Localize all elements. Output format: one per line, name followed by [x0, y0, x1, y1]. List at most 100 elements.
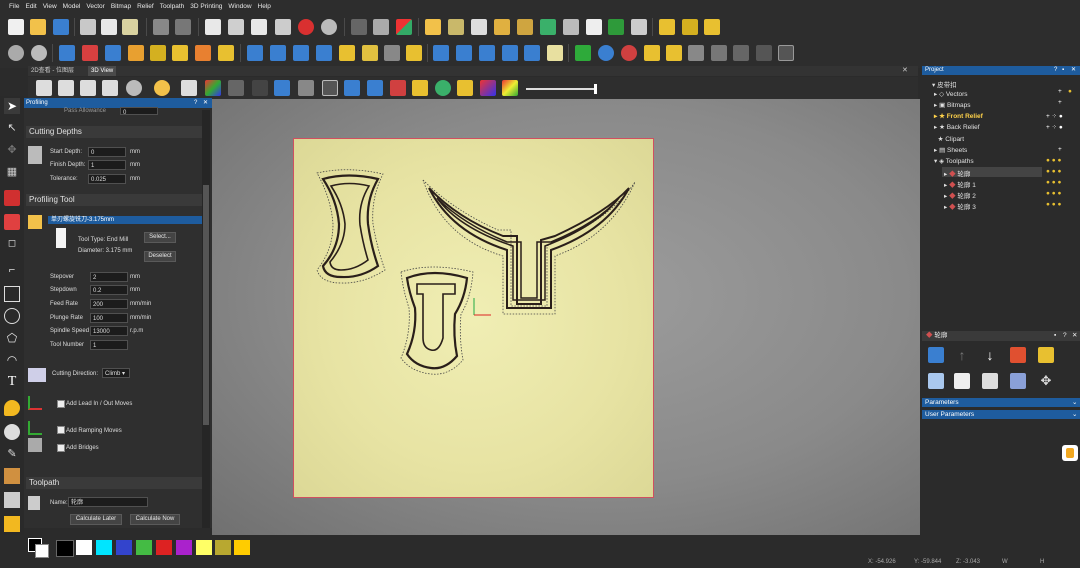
circle-icon[interactable] — [4, 308, 20, 324]
blue-tool-3-icon[interactable] — [293, 45, 309, 61]
tree-item-sheets[interactable]: ▸ ▤ Sheets — [934, 146, 967, 154]
swatch-black[interactable] — [56, 540, 74, 557]
view-yellow-1-icon[interactable] — [412, 80, 428, 96]
stepdown-input[interactable]: 0.2 — [90, 285, 128, 295]
view-blue-1-icon[interactable] — [274, 80, 290, 96]
swatch-white[interactable] — [76, 540, 92, 555]
layer-stack-icon[interactable] — [563, 19, 579, 35]
undo-icon[interactable] — [153, 19, 169, 35]
menu-relief[interactable]: Relief — [134, 0, 157, 13]
blue-relief-2-icon[interactable] — [456, 45, 472, 61]
orange-block-icon[interactable] — [195, 45, 211, 61]
deselect-tool-button[interactable]: Deselect — [144, 251, 176, 262]
selected-tool[interactable]: 单刃螺旋铣刀-3.175mm — [48, 216, 205, 224]
dots-icon[interactable] — [659, 19, 675, 35]
view-yellow-2-icon[interactable] — [457, 80, 473, 96]
menu-model[interactable]: Model — [60, 0, 84, 13]
select-tool-button[interactable]: Select... — [144, 232, 176, 243]
transform-toolpath-icon[interactable]: ✥ — [1038, 373, 1054, 389]
blue-shape-2-icon[interactable] — [105, 45, 121, 61]
cutting-depths-header[interactable]: Cutting Depths — [26, 126, 205, 138]
tree-item-bitmaps[interactable]: ▸ ▣ Bitmaps — [934, 101, 971, 109]
orange-shape-icon[interactable] — [128, 45, 144, 61]
yellow-hook-icon[interactable] — [666, 45, 682, 61]
transform-icon[interactable]: ✥ — [4, 142, 20, 158]
green-box-icon[interactable] — [608, 19, 624, 35]
help-icon[interactable]: ? — [194, 98, 197, 108]
gray-line-icon[interactable] — [756, 45, 772, 61]
open-folder-icon[interactable] — [30, 19, 46, 35]
blue-tool-2-icon[interactable] — [270, 45, 286, 61]
toolpath-header[interactable]: Toolpath — [26, 477, 205, 489]
drop-icon[interactable] — [4, 400, 20, 416]
contour-help-icon[interactable]: ? — [1063, 331, 1067, 341]
back-relief-add-icon[interactable]: + ⁘ ● — [1046, 123, 1063, 131]
green-plus-icon[interactable] — [575, 45, 591, 61]
light-bulb-icon[interactable] — [154, 80, 170, 96]
view-cube-1-icon[interactable] — [36, 80, 52, 96]
tree-toolpath-1[interactable]: ▸ ◆ 轮廓 1 — [944, 179, 976, 189]
node-icon[interactable] — [373, 19, 389, 35]
wave-icon[interactable] — [704, 19, 720, 35]
save-toolpath-icon[interactable] — [928, 347, 944, 363]
sun-icon[interactable] — [494, 19, 510, 35]
toolpath-preview[interactable] — [293, 138, 653, 498]
tab-2d-view[interactable]: 2D查看 - 位图层 — [28, 66, 77, 76]
user-parameters-chevron-icon[interactable]: ⌄ — [1072, 410, 1077, 419]
eraser-icon[interactable] — [4, 214, 20, 230]
flat-block-icon[interactable] — [547, 45, 563, 61]
scrollbar-thumb[interactable] — [203, 185, 209, 425]
yellow-block-icon[interactable] — [172, 45, 188, 61]
sculpt-icon[interactable]: ✎ — [4, 446, 20, 462]
tree-toolpath-2[interactable]: ▸ ◆ 轮廓 2 — [944, 190, 976, 200]
polygon-icon[interactable]: ⬠ — [4, 330, 20, 346]
image-icon[interactable] — [586, 19, 602, 35]
fg-bg-color-icon[interactable] — [28, 538, 49, 558]
settings-icon[interactable] — [31, 45, 47, 61]
blue-relief-4-icon[interactable] — [502, 45, 518, 61]
page-icon[interactable] — [251, 19, 267, 35]
slider-handle[interactable] — [594, 84, 597, 94]
grid-icon[interactable]: ▦ — [4, 164, 20, 180]
gray-node-icon[interactable] — [733, 45, 749, 61]
tree-item-toolpaths[interactable]: ▾ ◈ Toolpaths — [934, 157, 974, 165]
lasso-icon[interactable]: ◻ — [4, 236, 20, 252]
delete-icon[interactable] — [1010, 347, 1026, 363]
sheet-icon[interactable] — [954, 373, 970, 389]
view-red-icon[interactable] — [390, 80, 406, 96]
toolpath-name-input[interactable]: 轮廓 — [68, 497, 148, 507]
blue-shape-1-icon[interactable] — [59, 45, 75, 61]
profiling-tool-header[interactable]: Profiling Tool — [26, 194, 205, 206]
chisel-icon[interactable] — [4, 516, 20, 532]
tree-item-front-relief[interactable]: ▸ ★ Front Relief — [934, 112, 983, 120]
project-help-icon[interactable]: ? — [1054, 66, 1057, 75]
view-gray-icon[interactable] — [298, 80, 314, 96]
floating-widget[interactable] — [1062, 445, 1078, 461]
edit-nodes-icon[interactable]: ↖ — [4, 120, 20, 136]
tree-toolpath-3[interactable]: ▸ ◆ 轮廓 3 — [944, 201, 976, 211]
calculate-later-button[interactable]: Calculate Later — [70, 514, 122, 525]
calculate-now-button[interactable]: Calculate Now — [130, 514, 180, 525]
yellow-tool-icon[interactable] — [339, 45, 355, 61]
menu-edit[interactable]: Edit — [22, 0, 39, 13]
menu-file[interactable]: File — [6, 0, 22, 13]
parameters-chevron-icon[interactable]: ⌄ — [1072, 398, 1077, 407]
close-panel-icon[interactable]: ✕ — [203, 98, 208, 108]
bucket-icon[interactable] — [351, 19, 367, 35]
ramping-checkbox[interactable] — [57, 426, 65, 434]
tree-item-back-relief[interactable]: ▸ ★ Back Relief — [934, 123, 980, 131]
eraser-red-icon[interactable] — [82, 45, 98, 61]
zoom-icon[interactable] — [8, 45, 24, 61]
view-zoom-icon[interactable] — [126, 80, 142, 96]
move-up-icon[interactable]: ↑ — [954, 347, 970, 363]
pass-allowance-input[interactable]: 0 — [120, 107, 158, 116]
toolpaths-visibility-icons[interactable]: ● ● ● — [1046, 157, 1061, 164]
swatch-blue[interactable] — [116, 540, 132, 555]
start-depth-input[interactable]: 0 — [88, 147, 126, 157]
contour-close-icon[interactable]: ✕ — [1072, 331, 1077, 341]
menu-3d-printing[interactable]: 3D Printing — [187, 0, 225, 13]
blue-tool-4-icon[interactable] — [316, 45, 332, 61]
smooth-icon[interactable] — [4, 492, 20, 508]
gray-bracket-icon[interactable] — [711, 45, 727, 61]
view-blue-2-icon[interactable] — [344, 80, 360, 96]
